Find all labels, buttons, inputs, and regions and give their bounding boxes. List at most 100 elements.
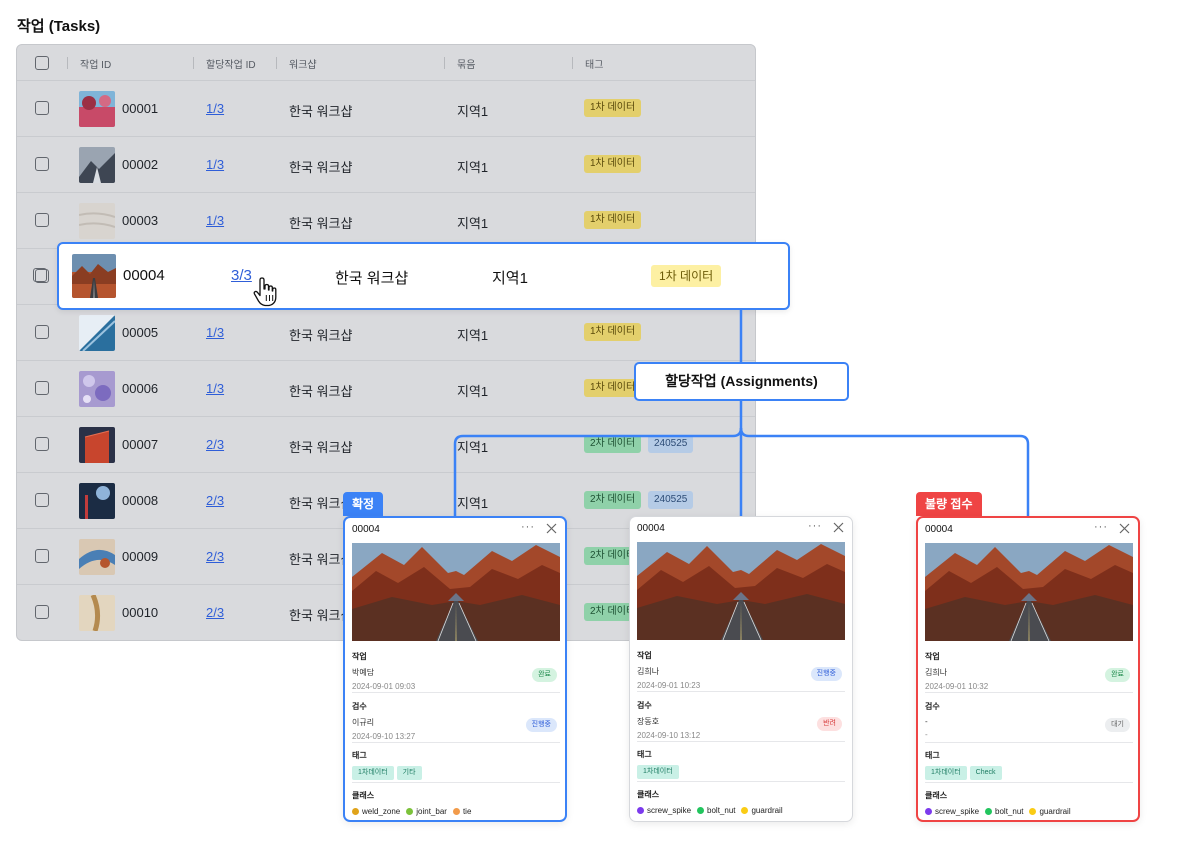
card-tag: 기타: [396, 766, 422, 780]
close-icon[interactable]: [546, 523, 557, 534]
work-status-badge: 완료: [1105, 668, 1130, 682]
assign-link[interactable]: 2/3: [206, 493, 224, 508]
row-checkbox[interactable]: [35, 437, 49, 451]
classes-section: 클래스 screw_spike bolt_nut guardrail: [637, 789, 845, 815]
task-thumbnail: [79, 91, 115, 127]
defect-flag: 불량 접수: [916, 492, 982, 516]
more-icon[interactable]: ···: [1094, 521, 1108, 533]
class-name: tie: [462, 807, 472, 816]
assign-link[interactable]: 2/3: [206, 437, 224, 452]
class-color-dot: [741, 807, 749, 814]
class-item: tie: [452, 807, 472, 816]
row-checkbox[interactable]: [35, 213, 49, 227]
task-id: 00006: [122, 381, 159, 396]
row-checkbox[interactable]: [35, 381, 49, 395]
header-tags[interactable]: 태그: [585, 56, 603, 71]
hand-cursor-icon: [253, 277, 277, 307]
review-date: 2024-09-10 13:12: [637, 731, 701, 740]
class-name: bolt_nut: [707, 806, 736, 815]
class-item: guardrail: [741, 806, 783, 815]
row-checkbox-highlight[interactable]: [33, 268, 47, 282]
work-title: 작업: [637, 651, 652, 660]
work-status-badge: 진행중: [810, 667, 842, 681]
task-thumbnail: [79, 539, 115, 575]
task-id: 00002: [122, 157, 159, 172]
confirmed-flag: 확정: [343, 492, 384, 516]
assign-link[interactable]: 1/3: [206, 157, 224, 172]
task-id: 00001: [122, 101, 159, 116]
class-color-dot: [406, 808, 414, 815]
group-name: 지역1: [457, 160, 489, 175]
review-status-badge: 진행중: [525, 718, 557, 732]
work-date: 2024-09-01 10:23: [637, 681, 701, 690]
assignment-card[interactable]: 00004 ··· 작업 김희나 2024-09-01 10:32 완료 검수 -…: [916, 516, 1140, 822]
workshop-name: 한국 워크샵: [289, 328, 353, 343]
task-thumbnail: [79, 483, 115, 519]
class-color-dot: [985, 808, 993, 815]
header-group[interactable]: 묶음: [457, 56, 475, 71]
task-thumbnail: [72, 254, 116, 298]
more-icon[interactable]: ···: [808, 520, 822, 532]
group-name: 지역1: [457, 328, 489, 343]
reviewer-name: 장동호: [637, 717, 660, 726]
tags-title: 태그: [352, 751, 367, 760]
card-image: [352, 543, 560, 641]
header-assign-id[interactable]: 할당작업 ID: [206, 56, 256, 71]
row-tag: 1차 데이터: [584, 323, 642, 341]
assign-link[interactable]: 1/3: [206, 101, 224, 116]
assign-link[interactable]: 2/3: [206, 549, 224, 564]
assignment-card[interactable]: 00004 ··· 작업 김희나 2024-09-01 10:23 진행중 검수 …: [629, 516, 853, 822]
row-tag: 2차 데이터: [584, 491, 642, 509]
row-checkbox[interactable]: [35, 605, 49, 619]
assign-link[interactable]: 1/3: [206, 325, 224, 340]
row-checkbox[interactable]: [35, 493, 49, 507]
tags-section: 태그 1차데이터: [637, 749, 845, 779]
close-icon[interactable]: [833, 522, 844, 533]
assign-link[interactable]: 2/3: [206, 605, 224, 620]
row-tag: 1차 데이터: [584, 155, 642, 173]
assign-link[interactable]: 1/3: [206, 213, 224, 228]
task-thumbnail: [79, 427, 115, 463]
row-tag: 240525: [648, 435, 694, 453]
class-name: bolt_nut: [995, 807, 1024, 816]
tags-section: 태그 1차데이터 Check: [925, 750, 1133, 780]
select-all-checkbox[interactable]: [35, 56, 49, 70]
class-name: joint_bar: [416, 807, 447, 816]
table-row[interactable]: 00001 1/3 한국 워크샵 지역1 1차 데이터: [17, 81, 755, 137]
header-task-id[interactable]: 작업 ID: [80, 56, 111, 71]
highlight-tag: 1차 데이터: [651, 265, 722, 287]
close-icon[interactable]: [1119, 523, 1130, 534]
class-color-dot: [1029, 808, 1037, 815]
header-workshop[interactable]: 워크샵: [289, 56, 317, 71]
table-row[interactable]: 00003 1/3 한국 워크샵 지역1 1차 데이터: [17, 193, 755, 249]
assignment-card[interactable]: 00004 ··· 작업 박예담 2024-09-01 09:03 완료 검수 이…: [343, 516, 567, 822]
task-thumbnail: [79, 203, 115, 239]
class-item: bolt_nut: [985, 807, 1023, 816]
table-row[interactable]: 00007 2/3 한국 워크샵 지역1 2차 데이터 240525: [17, 417, 755, 473]
more-icon[interactable]: ···: [521, 521, 535, 533]
task-id: 00008: [122, 493, 159, 508]
classes-section: 클래스 screw_spike bolt_nut guardrail: [925, 790, 1133, 816]
reviewer-name: -: [925, 717, 928, 726]
class-color-dot: [637, 807, 644, 814]
highlight-task-id: 00004: [123, 267, 165, 284]
row-tag: 240525: [648, 491, 694, 509]
row-checkbox[interactable]: [35, 325, 49, 339]
work-date: 2024-09-01 10:32: [925, 682, 989, 691]
highlighted-task-row[interactable]: 00004 3/3 한국 워크샵 지역1 1차 데이터: [57, 242, 790, 310]
tags-title: 태그: [925, 751, 940, 760]
table-row[interactable]: 00002 1/3 한국 워크샵 지역1 1차 데이터: [17, 137, 755, 193]
row-checkbox[interactable]: [35, 549, 49, 563]
row-checkbox[interactable]: [35, 157, 49, 171]
highlight-assign-link[interactable]: 3/3: [231, 267, 252, 284]
review-date: 2024-09-10 13:27: [352, 732, 416, 741]
class-item: joint_bar: [406, 807, 447, 816]
review-title: 검수: [637, 701, 652, 710]
card-task-id: 00004: [352, 524, 380, 535]
task-thumbnail: [79, 147, 115, 183]
row-checkbox[interactable]: [35, 101, 49, 115]
work-date: 2024-09-01 09:03: [352, 682, 416, 691]
assign-link[interactable]: 1/3: [206, 381, 224, 396]
table-row[interactable]: 00005 1/3 한국 워크샵 지역1 1차 데이터: [17, 305, 755, 361]
card-task-id: 00004: [925, 524, 953, 535]
